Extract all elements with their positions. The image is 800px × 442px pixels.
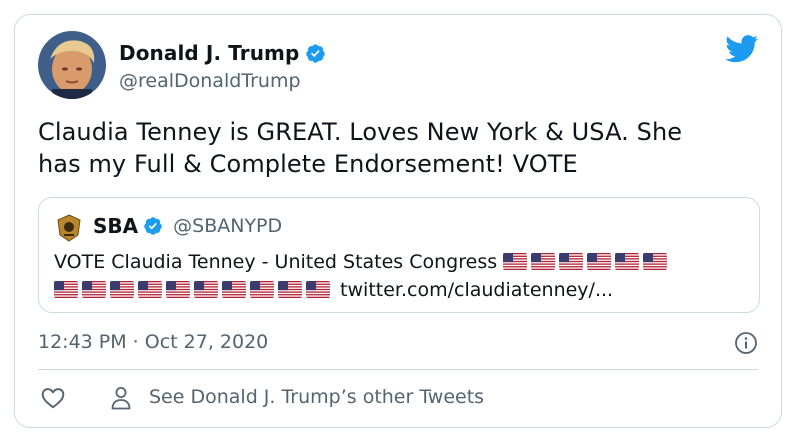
us-flag-emoji bbox=[250, 281, 274, 298]
us-flag-emoji bbox=[54, 281, 78, 298]
us-flag-emoji bbox=[166, 281, 190, 298]
heart-icon[interactable] bbox=[40, 385, 66, 411]
quoted-text-body: VOTE Claudia Tenney - United States Cong… bbox=[54, 251, 498, 273]
author-handle[interactable]: @realDonaldTrump bbox=[119, 70, 301, 92]
us-flag-emoji bbox=[306, 281, 330, 298]
author-avatar[interactable] bbox=[38, 31, 106, 99]
quoted-name[interactable]: SBA bbox=[93, 214, 138, 238]
see-other-tweets-link[interactable]: See Donald J. Trump’s other Tweets bbox=[149, 386, 484, 408]
quoted-tweet[interactable]: SBA @SBANYPD VOTE Claudia Tenney - Unite… bbox=[38, 197, 760, 313]
tweet-timestamp[interactable]: 12:43 PM · Oct 27, 2020 bbox=[38, 331, 268, 353]
tweet-text: Claudia Tenney is GREAT. Loves New York … bbox=[38, 116, 758, 180]
verified-badge-icon bbox=[144, 217, 162, 235]
us-flag-emoji bbox=[643, 253, 668, 270]
footer-divider bbox=[38, 369, 758, 370]
us-flag-emoji bbox=[138, 281, 162, 298]
tweet-text-line: Claudia Tenney is GREAT. Loves New York … bbox=[38, 118, 683, 146]
us-flag-emoji bbox=[615, 253, 640, 270]
us-flag-emoji bbox=[559, 253, 584, 270]
us-flag-emoji bbox=[110, 281, 134, 298]
us-flag-emoji bbox=[587, 253, 612, 270]
flags-group bbox=[54, 279, 334, 301]
us-flag-emoji bbox=[82, 281, 106, 298]
us-flag-emoji bbox=[503, 253, 528, 270]
tweet-card[interactable]: Donald J. Trump @realDonaldTrump Claudia… bbox=[14, 14, 782, 428]
author-name-row[interactable]: Donald J. Trump bbox=[119, 41, 326, 65]
quoted-text-line-2: twitter.com/claudiatenney/... bbox=[54, 276, 744, 304]
flags-group bbox=[503, 251, 671, 273]
quoted-avatar[interactable] bbox=[54, 213, 84, 243]
quoted-handle[interactable]: @SBANYPD bbox=[173, 215, 282, 237]
quoted-name-row[interactable]: SBA @SBANYPD bbox=[93, 214, 282, 238]
info-icon[interactable] bbox=[734, 331, 758, 355]
author-name[interactable]: Donald J. Trump bbox=[119, 41, 299, 65]
us-flag-emoji bbox=[531, 253, 556, 270]
tweet-text-line: has my Full & Complete Endorsement! VOTE bbox=[38, 150, 578, 178]
us-flag-emoji bbox=[222, 281, 246, 298]
quoted-text-line-1: VOTE Claudia Tenney - United States Cong… bbox=[54, 248, 744, 276]
verified-badge-icon bbox=[306, 43, 326, 63]
quoted-link[interactable]: twitter.com/claudiatenney/... bbox=[340, 279, 613, 301]
person-icon[interactable] bbox=[109, 385, 133, 411]
us-flag-emoji bbox=[278, 281, 302, 298]
twitter-bird-icon[interactable] bbox=[725, 35, 759, 63]
quoted-text: VOTE Claudia Tenney - United States Cong… bbox=[54, 248, 744, 304]
us-flag-emoji bbox=[194, 281, 218, 298]
